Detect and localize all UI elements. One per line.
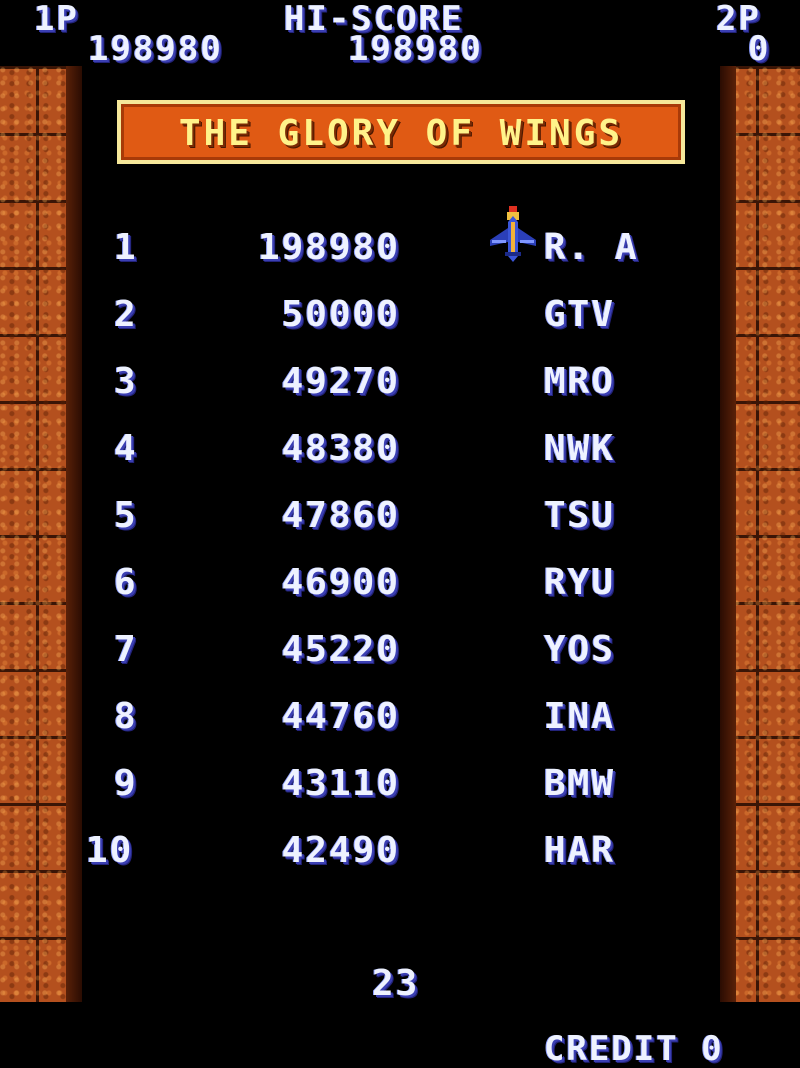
player-initials: RYU <box>544 562 616 603</box>
right-brick-wall <box>720 66 800 1002</box>
score-value: 44760 <box>281 696 400 737</box>
player-initials: TSU <box>544 495 616 536</box>
rank-number: 2 <box>114 294 138 335</box>
player-initials: GTV <box>544 294 616 335</box>
score-value: 198980 <box>257 227 400 268</box>
rank-number: 9 <box>114 763 138 804</box>
score-value: 45220 <box>281 629 400 670</box>
player-initials: HAR <box>544 830 616 871</box>
rank-number: 7 <box>114 629 138 670</box>
score-value: 50000 <box>281 294 400 335</box>
rank-number: 4 <box>114 428 138 469</box>
score-value: 48380 <box>281 428 400 469</box>
left-brick-wall <box>0 66 82 1002</box>
rank-number: 10 <box>86 830 134 871</box>
player-initials: INA <box>544 696 616 737</box>
player-initials: R. A <box>544 227 639 268</box>
p2-score: 0 <box>748 29 771 69</box>
score-value: 42490 <box>281 830 400 871</box>
game-screen: 1P 198980 HI-SCORE 198980 2P 0 THE GLORY… <box>0 0 800 1068</box>
score-value: 46900 <box>281 562 400 603</box>
p1-label: 1P <box>34 0 79 39</box>
rank-number: 8 <box>114 696 138 737</box>
credit-counter: CREDIT 0 <box>544 1029 724 1068</box>
rank-number: 5 <box>114 495 138 536</box>
title-banner: THE GLORY OF WINGS <box>117 100 685 164</box>
score-value: 43110 <box>281 763 400 804</box>
rank-number: 6 <box>114 562 138 603</box>
score-value: 49270 <box>281 361 400 402</box>
hiscore-value: 198980 <box>348 29 483 69</box>
player-initials: BMW <box>544 763 616 804</box>
player-initials: MRO <box>544 361 616 402</box>
rank-number: 3 <box>114 361 138 402</box>
rank-number: 1 <box>114 227 138 268</box>
player-ship-icon <box>490 206 536 262</box>
score-value: 47860 <box>281 495 400 536</box>
p1-score: 198980 <box>88 29 223 69</box>
title-text: THE GLORY OF WINGS <box>178 113 624 154</box>
player-initials: NWK <box>544 428 616 469</box>
player-initials: YOS <box>544 629 616 670</box>
countdown-timer: 23 <box>372 963 420 1004</box>
